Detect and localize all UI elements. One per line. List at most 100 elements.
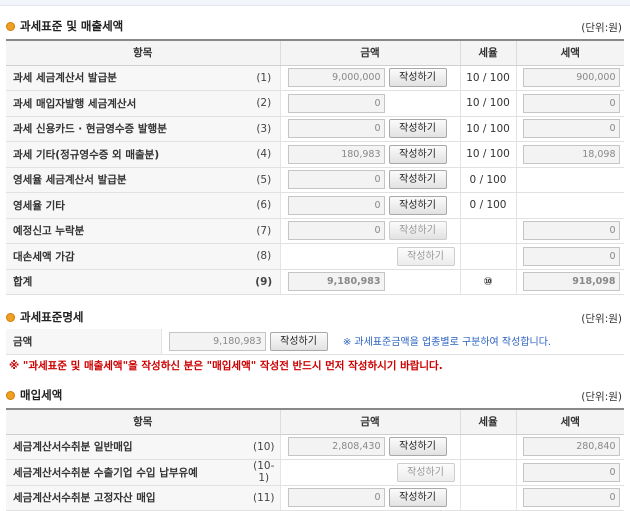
- row-label: 예정신고 누락분: [6, 218, 248, 244]
- write-button[interactable]: 작성하기: [388, 488, 447, 508]
- write-button-disabled[interactable]: 작성하기: [396, 462, 455, 482]
- write-button[interactable]: 작성하기: [388, 195, 447, 215]
- table-row: 과세 매입자발행 세금계산서 (2) 0 10 / 100 0: [6, 90, 625, 117]
- rate-cell: 10 / 100: [459, 90, 517, 117]
- total-label: 합계: [6, 269, 248, 295]
- section-title-sales: 과세표준 및 매출세액: [6, 17, 123, 35]
- unit-label: (단위:원): [581, 22, 622, 34]
- warning-text: ※ "과세표준 및 매출세액"을 작성하신 분은 "매입세액" 작성전 반드시 …: [9, 360, 443, 372]
- base-amount-label: 금액: [6, 329, 161, 355]
- rate-cell: 10 / 100: [459, 141, 517, 168]
- amount-input[interactable]: 0: [287, 93, 385, 113]
- top-strip: [0, 0, 630, 6]
- tax-cell: 280,840: [515, 434, 625, 460]
- write-button[interactable]: 작성하기: [388, 68, 447, 88]
- tax-input[interactable]: 0: [522, 488, 620, 508]
- write-button[interactable]: 작성하기: [269, 332, 328, 351]
- amount-cell: 180,983 작성하기: [279, 141, 461, 168]
- tax-input[interactable]: 0: [522, 93, 620, 113]
- tax-input[interactable]: 0: [522, 119, 620, 139]
- amount-input[interactable]: 0: [287, 119, 385, 139]
- row-label: 영세율 기타: [6, 192, 248, 219]
- total-row: 합계 (9) 9,180,983 ⑩ 918,098: [6, 269, 625, 295]
- unit-label: (단위:원): [581, 313, 622, 325]
- tax-input[interactable]: 0: [522, 221, 620, 241]
- tax-cell: 0: [515, 485, 625, 511]
- bullet-icon: [6, 312, 15, 322]
- tax-input[interactable]: 18,098: [522, 144, 620, 164]
- rate-cell: [459, 218, 517, 244]
- row-label: 과세 신용카드 · 현금영수증 발행분: [6, 116, 248, 142]
- base-amount-input[interactable]: 9,180,983: [168, 332, 266, 351]
- col-header-tax: 세액: [515, 408, 625, 435]
- amount-cell: 0 작성하기: [279, 485, 461, 511]
- table-row: 세금계산서수취분 일반매입 (10) 2,808,430 작성하기 280,840: [6, 434, 625, 460]
- row-number: (10): [248, 434, 281, 460]
- rate-cell: 10 / 100: [459, 116, 517, 142]
- amount-input[interactable]: 0: [287, 221, 385, 241]
- table-row: 과세 세금계산서 발급분 (1) 9,000,000 작성하기 10 / 100 900,…: [6, 65, 625, 91]
- tax-cell: 0: [515, 218, 625, 244]
- total-amount-cell: 9,180,983: [279, 269, 461, 295]
- amount-input[interactable]: 0: [287, 170, 385, 190]
- bullet-icon: [6, 390, 15, 400]
- rate-cell: 0 / 100: [459, 192, 517, 219]
- tax-input[interactable]: 900,000: [522, 68, 620, 88]
- amount-input[interactable]: 9,000,000: [287, 68, 385, 88]
- tax-input[interactable]: 0: [522, 462, 620, 482]
- section-title-text: 과세표준 및 매출세액: [20, 19, 124, 33]
- tax-input[interactable]: 0: [522, 246, 620, 266]
- table-row: 예정신고 누락분 (7) 0 작성하기 0: [6, 218, 625, 244]
- amount-cell: 작성하기: [279, 459, 461, 486]
- row-label: 영세율 세금계산서 발급분: [6, 167, 248, 193]
- write-button[interactable]: 작성하기: [388, 170, 447, 190]
- write-button[interactable]: 작성하기: [388, 144, 447, 164]
- write-button-disabled[interactable]: 작성하기: [396, 246, 455, 266]
- tax-cell: 900,000: [515, 65, 625, 91]
- total-number: (9): [248, 269, 281, 295]
- sales-table: 항목 금액 세율 세액 과세 세금계산서 발급분 (1) 9,000,000 작성하기…: [6, 39, 625, 295]
- amount-cell: 0 작성하기: [279, 218, 461, 244]
- row-number: (6): [248, 192, 281, 219]
- amount-input[interactable]: 0: [287, 195, 385, 215]
- amount-cell: 0 작성하기: [279, 192, 461, 219]
- table-row: 과세 기타(정규영수증 외 매출분) (4) 180,983 작성하기 10 / 100…: [6, 141, 625, 168]
- write-button[interactable]: 작성하기: [388, 437, 447, 457]
- row-number: (1): [248, 65, 281, 91]
- table-row: 영세율 세금계산서 발급분 (5) 0 작성하기 0 / 100: [6, 167, 625, 193]
- table-row: 금액 9,180,983 작성하기 ※ 과세표준금액을 업종별로 구분하여 작성합…: [6, 329, 624, 355]
- col-header-rate: 세율: [459, 39, 517, 66]
- write-button[interactable]: 작성하기: [388, 119, 447, 139]
- rate-cell: [459, 434, 517, 460]
- base-note: ※ 과세표준금액을 업종별로 구분하여 작성합니다.: [342, 336, 552, 348]
- rate-cell: [459, 485, 517, 511]
- row-label: 세금계산서수취분 고정자산 매입: [6, 485, 248, 511]
- base-amount-cell: 9,180,983 작성하기 ※ 과세표준금액을 업종별로 구분하여 작성합니다.: [160, 329, 624, 355]
- write-button-disabled[interactable]: 작성하기: [388, 221, 447, 241]
- row-label: 과세 세금계산서 발급분: [6, 65, 248, 91]
- col-header-amount: 금액: [279, 39, 461, 66]
- total-tax-input: 918,098: [522, 272, 620, 292]
- rate-cell: [459, 459, 517, 486]
- row-number: (2): [248, 90, 281, 117]
- table-row: 세금계산서수취분 수출기업 수입 납부유예 (10-1) 작성하기 0: [6, 459, 625, 486]
- tax-input[interactable]: 280,840: [522, 437, 620, 457]
- amount-input[interactable]: 2,808,430: [287, 437, 385, 457]
- rate-cell: 0 / 100: [459, 167, 517, 193]
- tax-cell: 0: [515, 116, 625, 142]
- amount-cell: 2,808,430 작성하기: [279, 434, 461, 460]
- total-amount-input: 9,180,983: [287, 272, 385, 292]
- table-row: 대손세액 가감 (8) 작성하기 0: [6, 243, 625, 270]
- section-title-base: 과세표준명세: [6, 308, 83, 326]
- table-header-row: 항목 금액 세율 세액: [6, 39, 625, 66]
- amount-cell: 작성하기: [279, 243, 461, 270]
- amount-cell: 0 작성하기: [279, 116, 461, 142]
- col-header-rate: 세율: [459, 408, 517, 435]
- amount-input[interactable]: 0: [287, 488, 385, 508]
- row-label: 세금계산서수취분 일반매입: [6, 434, 248, 460]
- amount-input[interactable]: 180,983: [287, 144, 385, 164]
- bullet-icon: [6, 21, 15, 31]
- row-number: (4): [248, 141, 281, 168]
- section-title-text: 매입세액: [20, 388, 63, 402]
- amount-cell: 0: [279, 90, 461, 117]
